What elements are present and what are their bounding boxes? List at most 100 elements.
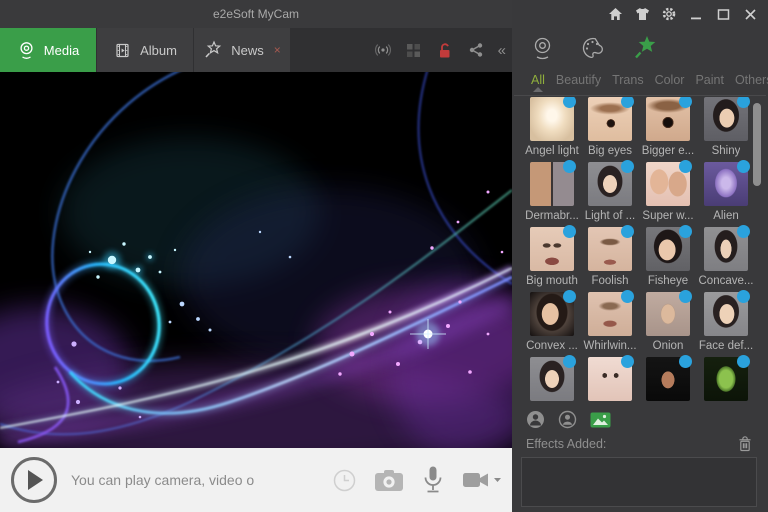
image-picture-icon[interactable] — [590, 412, 611, 428]
effect-label: Concave... — [698, 275, 754, 287]
effect-label: Fisheye — [647, 275, 689, 287]
player-bar: You can play camera, video or image — [0, 448, 512, 512]
effect-thumbnail[interactable] — [704, 160, 750, 206]
effect-thumbnail[interactable] — [530, 225, 576, 271]
effect-badge — [621, 97, 634, 108]
effect-thumbnail[interactable] — [530, 290, 576, 336]
collapse-icon[interactable]: « — [498, 43, 506, 58]
effect-item-16[interactable] — [523, 355, 581, 406]
effect-item-concave[interactable]: Concave... — [697, 225, 755, 292]
effect-item-angel-light[interactable]: Angel light — [523, 97, 581, 162]
category-tab-color[interactable]: Color — [655, 68, 685, 87]
tab-media[interactable]: Media — [0, 28, 96, 72]
effect-thumbnail[interactable] — [646, 160, 692, 206]
effect-thumbnail[interactable] — [704, 97, 750, 141]
effects-added-list[interactable] — [521, 457, 757, 507]
effect-thumbnail[interactable] — [646, 97, 692, 141]
tab-strip: Media Album News × « — [0, 28, 512, 72]
effect-item-whirlwin[interactable]: Whirlwin... — [581, 290, 639, 357]
tabstrip-toolbar: « — [374, 28, 506, 72]
close-icon[interactable] — [742, 6, 758, 22]
category-tab-beautify[interactable]: Beautify — [556, 68, 601, 87]
effect-item-fisheye[interactable]: Fisheye — [639, 225, 697, 292]
effect-thumbnail[interactable] — [646, 225, 692, 271]
effect-label: Big mouth — [526, 275, 578, 287]
effect-badge — [621, 355, 634, 368]
effect-thumbnail[interactable] — [704, 225, 750, 271]
category-tab-all[interactable]: All — [531, 68, 545, 87]
effect-thumbnail[interactable] — [588, 290, 634, 336]
effect-item-dermabr[interactable]: Dermabr... — [523, 160, 581, 227]
category-tab-others[interactable]: Others — [735, 68, 768, 87]
unlock-icon[interactable] — [436, 41, 454, 59]
effect-thumbnail[interactable] — [530, 355, 576, 401]
effect-badge — [679, 290, 692, 303]
camera-source-icon[interactable] — [530, 36, 555, 61]
effect-thumbnail[interactable] — [704, 290, 750, 336]
effect-label: Convex ... — [526, 340, 578, 352]
video-preview[interactable]: MYCAM — [0, 72, 512, 448]
history-clock-icon[interactable] — [332, 468, 357, 493]
wand-star-icon — [203, 40, 223, 60]
effect-thumbnail[interactable] — [588, 225, 634, 271]
tab-close-icon[interactable]: × — [274, 44, 281, 56]
effect-thumbnail[interactable] — [588, 355, 634, 401]
window-controls — [512, 0, 768, 28]
effect-item-bigger-e[interactable]: Bigger e... — [639, 97, 697, 162]
settings-gear-icon[interactable] — [661, 6, 677, 22]
effect-item-big-mouth[interactable]: Big mouth — [523, 225, 581, 292]
effect-thumbnail[interactable] — [646, 355, 692, 401]
effect-item-face-def[interactable]: Face def... — [697, 290, 755, 357]
effect-item-17[interactable] — [581, 355, 639, 406]
effect-label: Shiny — [711, 145, 741, 157]
effect-label: Onion — [652, 340, 684, 352]
snapshot-camera-icon[interactable] — [374, 469, 404, 492]
contact-filled-icon[interactable] — [526, 410, 545, 429]
effect-item-18[interactable] — [639, 355, 697, 406]
maximize-icon[interactable] — [715, 6, 731, 22]
play-icon — [28, 470, 43, 490]
effect-label: Alien — [713, 210, 739, 222]
effects-star-icon[interactable] — [631, 34, 659, 62]
play-button[interactable] — [11, 457, 57, 503]
player-hint: You can play camera, video or image — [71, 472, 254, 488]
effect-badge — [679, 160, 692, 173]
effect-item-super-w[interactable]: Super w... — [639, 160, 697, 227]
effect-item-19[interactable] — [697, 355, 755, 406]
effect-badge — [737, 225, 750, 238]
effect-thumbnail[interactable] — [530, 160, 576, 206]
microphone-icon[interactable] — [421, 465, 445, 496]
effect-item-shiny[interactable]: Shiny — [697, 97, 755, 162]
tab-news[interactable]: News × — [194, 28, 290, 72]
effect-thumbnail[interactable] — [704, 355, 750, 401]
contact-outline-icon[interactable] — [558, 410, 577, 429]
tab-album[interactable]: Album — [97, 28, 193, 72]
share-icon[interactable] — [467, 41, 485, 59]
category-tab-paint[interactable]: Paint — [695, 68, 724, 87]
effect-thumbnail[interactable] — [530, 97, 576, 141]
effect-thumbnail[interactable] — [588, 160, 634, 206]
effect-item-onion[interactable]: Onion — [639, 290, 697, 357]
trash-icon[interactable] — [738, 436, 752, 452]
effect-item-alien[interactable]: Alien — [697, 160, 755, 227]
effect-thumbnail[interactable] — [646, 290, 692, 336]
effect-item-foolish[interactable]: Foolish — [581, 225, 639, 292]
minimize-icon[interactable] — [688, 6, 704, 22]
broadcast-icon[interactable] — [374, 41, 392, 59]
effect-badge — [563, 97, 576, 108]
palette-icon[interactable] — [580, 36, 606, 61]
theme-shirt-icon[interactable] — [634, 6, 650, 22]
effect-item-convex[interactable]: Convex ... — [523, 290, 581, 357]
category-tab-trans[interactable]: Trans — [612, 68, 644, 87]
effect-badge — [563, 355, 576, 368]
effect-thumbnail[interactable] — [588, 97, 634, 141]
effect-label: Foolish — [591, 275, 629, 287]
effect-item-big-eyes[interactable]: Big eyes — [581, 97, 639, 162]
effect-item-light-of[interactable]: Light of ... — [581, 160, 639, 227]
titlebar[interactable]: e2eSoft MyCam — [0, 0, 512, 28]
video-record-icon[interactable] — [462, 470, 502, 490]
home-icon[interactable] — [607, 6, 623, 22]
layout-grid-icon[interactable] — [405, 41, 423, 59]
scrollbar-thumb[interactable] — [753, 103, 761, 186]
effect-badge — [737, 290, 750, 303]
